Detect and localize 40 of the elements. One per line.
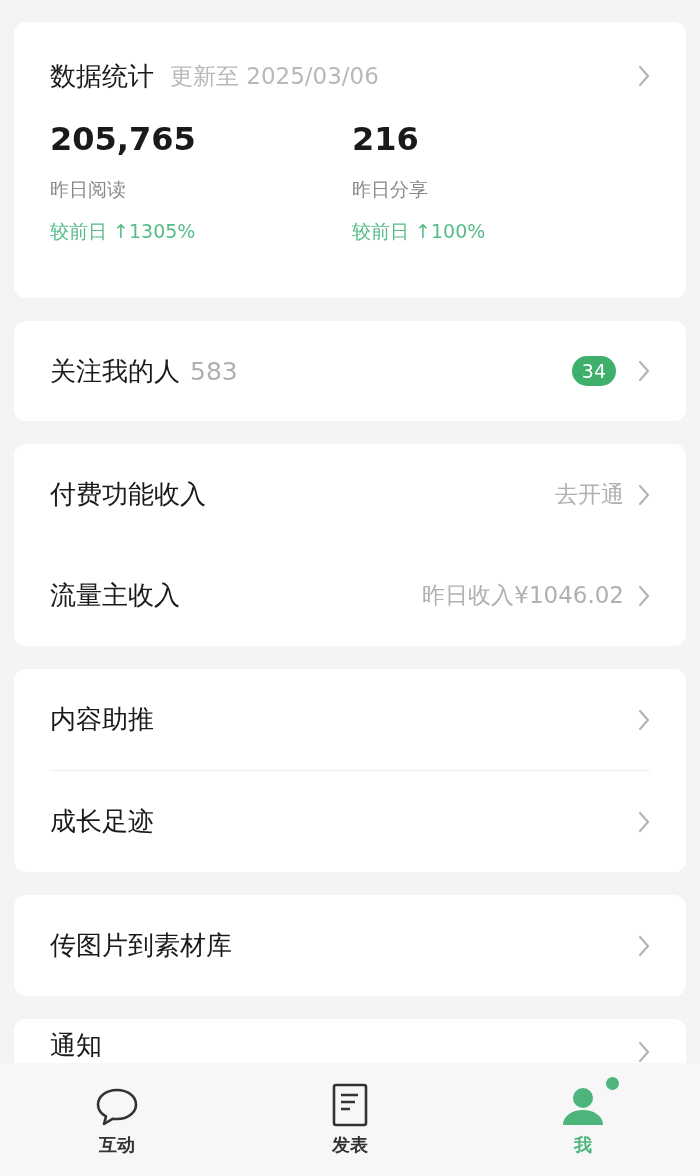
metric-label: 昨日分享 [352, 177, 428, 202]
chevron-icon [638, 1041, 650, 1063]
chevron-icon [638, 810, 650, 833]
update-date: 更新至 2025/03/06 [170, 61, 380, 91]
stats-header[interactable]: 数据统计 更新至 2025/03/06 [50, 46, 650, 106]
metric-value: 205,765 [50, 119, 196, 160]
chat-bubble-icon [94, 1087, 139, 1127]
stats-title: 数据统计 [50, 59, 154, 93]
metric-change: 较前日 ↑1305% [50, 219, 196, 244]
menu-row[interactable]: 付费功能收入 去开通 [14, 444, 686, 545]
person-icon [561, 1085, 606, 1127]
chevron-icon [638, 584, 650, 607]
chevron-icon [638, 360, 650, 382]
menu-row[interactable]: 通知 [14, 1019, 686, 1063]
row-label: 流量主收入 [50, 579, 181, 612]
document-icon [332, 1083, 368, 1127]
followers-row[interactable]: 关注我的人 583 34 [14, 321, 686, 421]
row-detail: 昨日收入¥1046.02 [422, 581, 624, 610]
row-label: 付费功能收入 [50, 478, 207, 511]
chevron-icon [638, 708, 650, 731]
row-label: 通知 [50, 1029, 103, 1062]
chevron-icon [638, 934, 650, 957]
row-label: 内容助推 [50, 703, 155, 736]
follower-count: 583 [190, 356, 239, 386]
menu-row[interactable]: 内容助推 [14, 669, 686, 770]
row-label: 关注我的人 [50, 354, 180, 388]
chevron-icon [638, 65, 650, 87]
metric-change: 较前日 ↑100% [352, 219, 486, 244]
row-label: 成长足迹 [50, 805, 155, 838]
tab[interactable]: 发表 [233, 1063, 467, 1176]
tab[interactable]: 互动 [0, 1063, 234, 1176]
row-detail: 去开通 [555, 480, 624, 509]
new-followers-badge: 34 [571, 356, 616, 386]
menu-row[interactable]: 传图片到素材库 [14, 895, 686, 996]
row-label: 传图片到素材库 [50, 929, 233, 962]
metric-label: 昨日阅读 [50, 177, 126, 202]
chevron-icon [638, 483, 650, 506]
metric-value: 216 [352, 119, 419, 160]
menu-row[interactable]: 流量主收入 昨日收入¥1046.02 [14, 545, 686, 646]
menu-row[interactable]: 成长足迹 [14, 771, 686, 872]
